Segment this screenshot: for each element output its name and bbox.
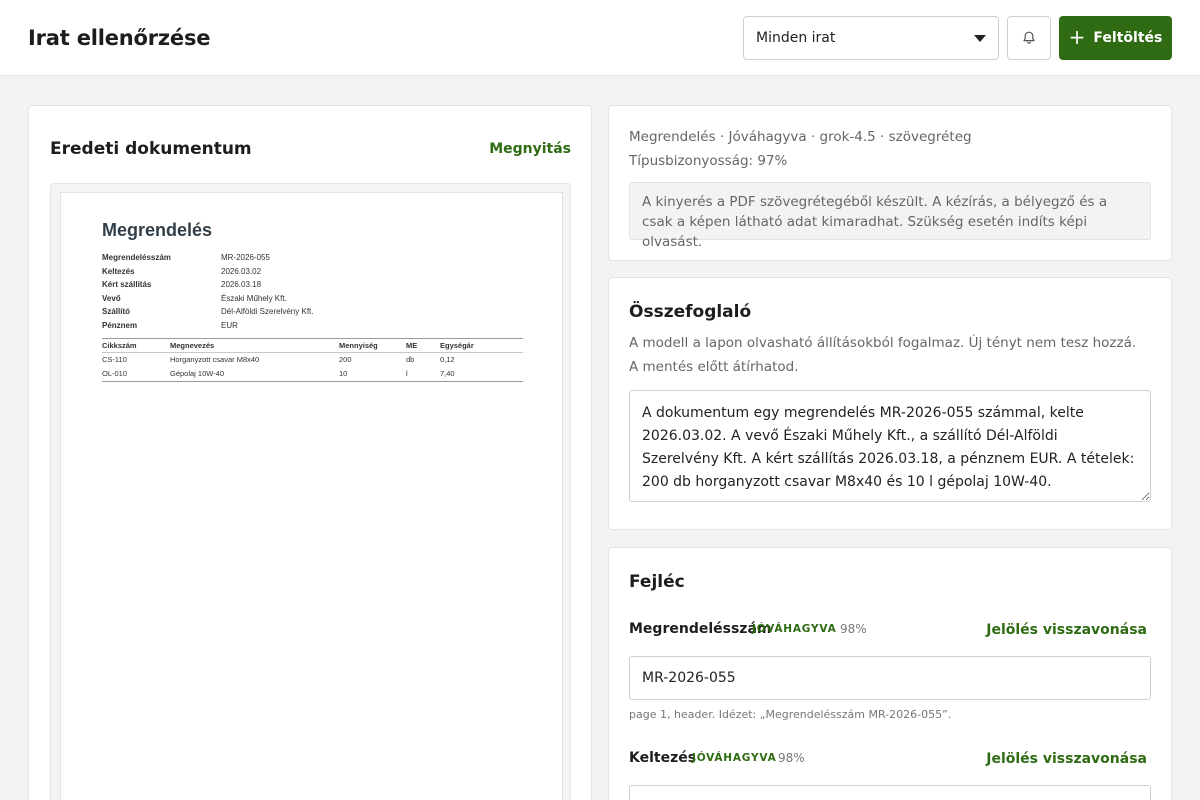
table-cell: 10 xyxy=(339,369,348,378)
field-confidence: 98% xyxy=(778,751,805,765)
table-cell: 0,12 xyxy=(440,355,455,364)
caret-down-icon xyxy=(974,35,986,42)
field-header-order-number: Megrendelésszám JÓVÁHAGYVA 98% Jelölés v… xyxy=(629,621,1151,641)
original-document-title: Eredeti dokumentum xyxy=(50,139,252,159)
table-cell: OL-010 xyxy=(102,369,128,378)
meta-key: Vevő xyxy=(102,293,121,303)
meta-key: Keltezés xyxy=(102,266,135,276)
meta-key: Pénznem xyxy=(102,320,138,330)
table-rule xyxy=(102,338,523,339)
table-cell: 7,40 xyxy=(440,369,455,378)
bell-icon xyxy=(1023,31,1035,44)
status-badge: JÓVÁHAGYVA xyxy=(752,623,837,635)
open-document-link[interactable]: Megnyitás xyxy=(489,141,571,157)
page-title: Irat ellenőrzése xyxy=(28,26,211,50)
header-fields-title: Fejléc xyxy=(629,572,685,592)
plus-icon: + xyxy=(1068,25,1086,49)
document-filter-value: Minden irat xyxy=(756,30,836,46)
field-header-date: Keltezés JÓVÁHAGYVA 98% Jelölés visszavo… xyxy=(629,750,1151,770)
revoke-mark-button[interactable]: Jelölés visszavonása xyxy=(986,751,1147,767)
table-header-cell: Egységár xyxy=(440,341,474,350)
document-page: Megrendelés Megrendelésszám MR-2026-055 … xyxy=(60,192,563,800)
summary-title: Összefoglaló xyxy=(629,302,752,322)
field-confidence: 98% xyxy=(840,622,867,636)
meta-value: MR-2026-055 xyxy=(221,253,270,262)
meta-value: EUR xyxy=(221,320,238,330)
table-cell: l xyxy=(406,369,408,378)
document-meta-row: Megrendelésszám MR-2026-055 xyxy=(102,253,482,265)
document-heading: Megrendelés xyxy=(102,220,213,240)
document-preview-frame[interactable]: Megrendelés Megrendelésszám MR-2026-055 … xyxy=(50,183,571,800)
table-rule xyxy=(102,381,523,382)
extraction-note: A kinyerés a PDF szövegrétegéből készült… xyxy=(629,182,1151,250)
header-fields-card: Fejléc Megrendelésszám JÓVÁHAGYVA 98% Je… xyxy=(608,547,1172,800)
order-number-input[interactable] xyxy=(629,656,1151,700)
meta-value: Dél-Alföldi Szerelvény Kft. xyxy=(221,307,314,316)
table-cell: Gépolaj 10W-40 xyxy=(170,369,225,378)
table-header-cell: Megnevezés xyxy=(170,341,215,350)
type-confidence: Típusbizonyosság: 97% xyxy=(629,153,788,169)
document-filter-select[interactable]: Minden irat xyxy=(743,16,999,60)
table-header-cell: ME xyxy=(406,341,418,350)
date-input[interactable] xyxy=(629,785,1151,800)
extraction-info-card: Megrendelés · Jóváhagyva · grok-4.5 · sz… xyxy=(608,105,1172,261)
document-meta-row: Keltezés 2026.03.02 xyxy=(102,267,482,279)
upload-button[interactable]: + Feltöltés xyxy=(1059,16,1172,60)
top-bar: Irat ellenőrzése Minden irat + Feltöltés xyxy=(0,0,1200,76)
extraction-meta: Megrendelés · Jóváhagyva · grok-4.5 · sz… xyxy=(629,129,972,145)
table-cell: db xyxy=(406,355,415,364)
summary-textarea[interactable]: A dokumentum egy megrendelés MR-2026-055… xyxy=(629,390,1151,502)
original-document-card: Eredeti dokumentum Megnyitás Megrendelés… xyxy=(28,105,592,800)
status-badge: JÓVÁHAGYVA xyxy=(692,752,777,764)
meta-key: Kért szállítás xyxy=(102,280,152,289)
meta-key: Megrendelésszám xyxy=(102,253,171,262)
document-meta-row: Szállító Dél-Alföldi Szerelvény Kft. xyxy=(102,307,482,319)
notifications-button[interactable] xyxy=(1007,16,1051,60)
document-meta-row: Pénznem EUR xyxy=(102,321,482,333)
meta-key: Szállító xyxy=(102,307,131,316)
meta-value: Északi Műhely Kft. xyxy=(221,293,287,303)
table-cell: Horganyzott csavar M8x40 xyxy=(170,355,260,364)
document-meta-row: Kért szállítás 2026.03.18 xyxy=(102,280,482,292)
meta-value: 2026.03.18 xyxy=(221,280,262,289)
field-label: Keltezés xyxy=(629,750,697,766)
field-label: Megrendelésszám xyxy=(629,621,772,637)
upload-button-label: Feltöltés xyxy=(1093,30,1163,46)
table-cell: 200 xyxy=(339,355,352,364)
table-rule xyxy=(102,352,523,353)
summary-card: Összefoglaló A modell a lapon olvasható … xyxy=(608,277,1172,530)
table-cell: CS-110 xyxy=(102,355,127,364)
document-meta-row: Vevő Északi Műhely Kft. xyxy=(102,294,482,306)
field-source-quote: page 1, header. Idézet: „Megrendelésszám… xyxy=(629,708,952,721)
revoke-mark-button[interactable]: Jelölés visszavonása xyxy=(986,622,1147,638)
table-header-cell: Cikkszám xyxy=(102,341,137,350)
table-header-cell: Mennyiség xyxy=(339,341,378,350)
summary-description: A modell a lapon olvasható állításokból … xyxy=(629,335,1137,375)
meta-value: 2026.03.02 xyxy=(221,266,262,276)
